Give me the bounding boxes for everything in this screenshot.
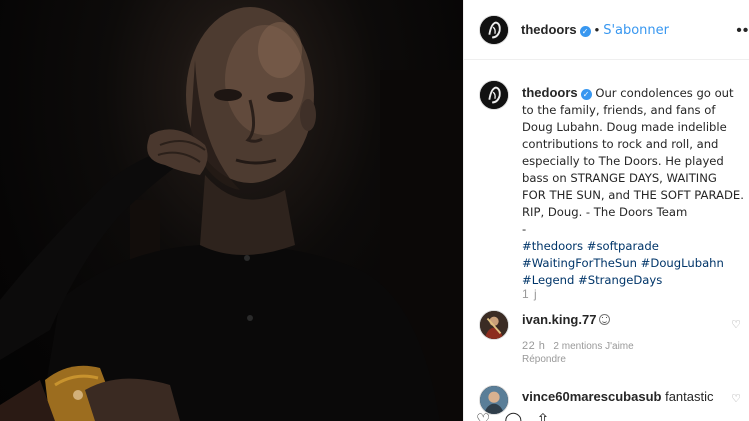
caption-avatar[interactable] <box>479 80 509 110</box>
post-header: thedoors✓•S'abonner ••• <box>464 0 749 60</box>
post-caption: thedoors ✓ Our condolences go out to the … <box>522 84 744 289</box>
doors-logo-icon <box>480 81 508 109</box>
post-photo[interactable] <box>0 0 463 421</box>
caption-dash: - <box>522 222 527 236</box>
comment-meta: 22 h 2 mentions J'aime <box>522 340 634 352</box>
header-username[interactable]: thedoors <box>521 22 577 37</box>
comment-item: vince60marescubasub fantastic <box>522 389 742 404</box>
comment-avatar[interactable] <box>479 310 509 340</box>
caption-timestamp[interactable]: 1 j <box>522 287 538 301</box>
post-action-bar: ♡ ◯ ⇧ <box>476 410 564 421</box>
hashtag-link[interactable]: #thedoors <box>522 239 583 253</box>
reply-button[interactable]: Répondre <box>522 354 566 365</box>
header-user-line: thedoors ✓ • S'abonner <box>521 22 669 38</box>
comment-item: ivan.king.77 <box>522 312 742 327</box>
hashtag-link[interactable]: #StrangeDays <box>578 273 662 287</box>
hashtag-link[interactable]: #WaitingForTheSun <box>522 256 637 270</box>
separator-dot: • <box>594 22 600 37</box>
more-options-icon[interactable]: ••• <box>736 22 749 40</box>
smile-emoji-icon <box>599 314 611 325</box>
hashtag-list: #thedoors #softparade #WaitingForTheSun … <box>522 238 744 289</box>
share-icon[interactable]: ⇧ <box>536 412 549 421</box>
user-avatar-icon <box>480 311 508 339</box>
comment-timestamp[interactable]: 22 h <box>522 340 545 352</box>
post-sidebar: thedoors✓•S'abonner ••• thedoors✓ Our co… <box>463 0 749 421</box>
verified-icon: ✓ <box>580 89 592 100</box>
verified-icon: ✓ <box>579 26 591 37</box>
heart-icon[interactable]: ♡ <box>476 412 490 421</box>
comment-like-icon[interactable]: ♡ <box>731 318 741 331</box>
hashtag-link[interactable]: #Legend <box>522 273 574 287</box>
comment-likes[interactable]: 2 mentions J'aime <box>553 341 633 352</box>
follow-button[interactable]: S'abonner <box>603 23 669 38</box>
caption-text: Our condolences go out to the family, fr… <box>522 86 744 219</box>
comment-username[interactable]: vince60marescubasub <box>522 389 661 404</box>
caption-username[interactable]: thedoors <box>522 85 578 100</box>
comment-text: fantastic <box>665 389 714 404</box>
portrait-image <box>0 7 463 421</box>
avatar[interactable] <box>479 15 509 45</box>
doors-logo-icon <box>480 16 508 44</box>
hashtag-link[interactable]: #DougLubahn <box>641 256 724 270</box>
hashtag-link[interactable]: #softparade <box>587 239 659 253</box>
comment-username[interactable]: ivan.king.77 <box>522 312 596 327</box>
comment-bubble-icon[interactable]: ◯ <box>504 412 522 421</box>
comment-like-icon[interactable]: ♡ <box>731 392 741 405</box>
